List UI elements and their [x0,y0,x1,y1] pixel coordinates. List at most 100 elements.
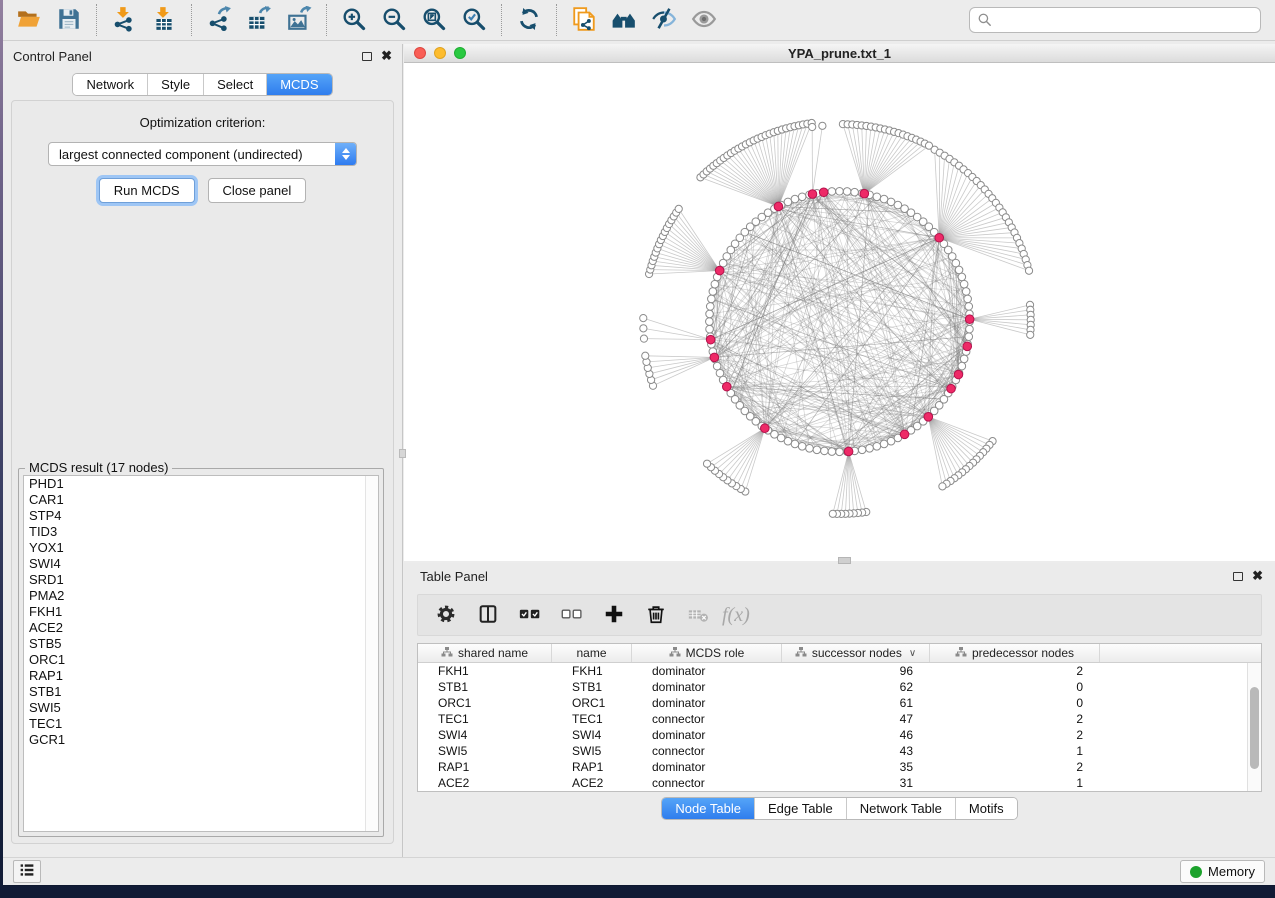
network-node[interactable] [873,442,881,450]
network-node[interactable] [1025,267,1032,274]
network-node[interactable] [962,288,970,296]
network-node[interactable] [709,288,717,296]
import-network-button[interactable] [104,3,144,37]
function-builder-icon[interactable]: f(x) [722,604,750,627]
network-node[interactable] [813,446,821,454]
network-node[interactable] [806,444,814,452]
tab-style[interactable]: Style [147,74,203,95]
dominator-node[interactable] [710,353,719,362]
network-node[interactable] [828,448,836,456]
network-node[interactable] [958,273,966,281]
refresh-view-button[interactable] [509,3,549,37]
network-canvas[interactable] [404,63,1275,561]
network-node[interactable] [966,325,974,333]
horizontal-splitter-handle[interactable] [838,557,851,564]
mcds-list-item[interactable]: STB5 [24,636,378,652]
search-network-button[interactable] [604,3,644,37]
network-node[interactable] [828,188,836,196]
network-node[interactable] [955,266,963,274]
dominator-node[interactable] [963,342,972,351]
network-node[interactable] [798,442,806,450]
dominator-node[interactable] [844,447,853,456]
mcds-list-scrollbar[interactable] [365,476,378,831]
network-node[interactable] [819,122,826,129]
mcds-list-item[interactable]: TID3 [24,524,378,540]
network-node[interactable] [798,193,806,201]
import-table-button[interactable] [144,3,184,37]
network-node[interactable] [706,303,714,311]
vertical-splitter-handle[interactable] [399,449,406,458]
table-row[interactable]: SWI4SWI4dominator462 [418,727,1261,743]
network-node[interactable] [809,123,816,130]
hide-selected-button[interactable] [644,3,684,37]
network-node[interactable] [640,325,647,332]
network-node[interactable] [706,325,714,333]
network-node[interactable] [964,295,972,303]
tab-network-table[interactable]: Network Table [846,798,955,819]
network-node[interactable] [642,352,649,359]
mcds-list-item[interactable]: PMA2 [24,588,378,604]
tab-select[interactable]: Select [203,74,266,95]
mcds-list-item[interactable]: TEC1 [24,716,378,732]
float-table-panel-icon[interactable] [1233,572,1243,581]
network-node[interactable] [965,303,973,311]
close-panel-icon[interactable]: ✖ [381,51,392,61]
table-row[interactable]: ACE2ACE2connector311 [418,775,1261,791]
network-node[interactable] [880,440,888,448]
tab-node-table[interactable]: Node Table [662,798,754,819]
network-node[interactable] [821,447,829,455]
show-column-button[interactable] [470,598,506,632]
table-row[interactable]: FKH1FKH1dominator962 [418,663,1261,679]
tab-edge-table[interactable]: Edge Table [754,798,846,819]
mcds-list-item[interactable]: SWI4 [24,556,378,572]
deselect-all-button[interactable] [554,598,590,632]
tab-mcds[interactable]: MCDS [266,74,331,95]
table-scrollbar[interactable] [1247,663,1261,791]
memory-button[interactable]: Memory [1180,860,1265,883]
network-node[interactable] [836,448,844,456]
table-row[interactable]: YOX1YOX1connector291 [418,791,1261,792]
network-node[interactable] [706,310,714,318]
mcds-list-item[interactable]: ORC1 [24,652,378,668]
mcds-list-item[interactable]: FKH1 [24,604,378,620]
mcds-list-item[interactable]: YOX1 [24,540,378,556]
zoom-out-button[interactable] [374,3,414,37]
mcds-list-item[interactable]: PHD1 [24,476,378,492]
network-node[interactable] [716,369,724,377]
tab-motifs[interactable]: Motifs [955,798,1017,819]
network-node[interactable] [851,188,859,196]
dominator-node[interactable] [947,384,956,393]
network-node[interactable] [703,460,710,467]
dominator-node[interactable] [819,188,828,197]
save-button[interactable] [49,3,89,37]
zoom-selected-button[interactable] [454,3,494,37]
table-scrollbar-thumb[interactable] [1250,687,1259,769]
table-row[interactable]: RAP1RAP1dominator352 [418,759,1261,775]
tab-network[interactable]: Network [73,74,147,95]
column-header[interactable]: MCDS role [632,644,782,662]
network-node[interactable] [836,187,844,195]
export-table-button[interactable] [239,3,279,37]
network-node[interactable] [711,280,719,288]
open-button[interactable] [9,3,49,37]
column-header[interactable]: successor nodes∨ [782,644,930,662]
zoom-in-button[interactable] [334,3,374,37]
export-image-button[interactable] [279,3,319,37]
network-node[interactable] [939,483,946,490]
network-node[interactable] [713,362,721,370]
table-settings-button[interactable] [428,598,464,632]
show-all-button[interactable] [684,3,724,37]
network-node[interactable] [784,198,792,206]
float-panel-icon[interactable] [362,52,372,61]
column-header[interactable]: shared name [418,644,552,662]
table-row[interactable]: SWI5SWI5connector431 [418,743,1261,759]
mcds-list-item[interactable]: GCR1 [24,732,378,748]
zoom-fit-button[interactable] [414,3,454,37]
network-node[interactable] [791,440,799,448]
network-node[interactable] [829,510,836,517]
network-node[interactable] [1027,331,1034,338]
dominator-node[interactable] [935,233,944,242]
network-node[interactable] [866,444,874,452]
network-node[interactable] [858,446,866,454]
close-panel-button[interactable]: Close panel [208,178,307,203]
